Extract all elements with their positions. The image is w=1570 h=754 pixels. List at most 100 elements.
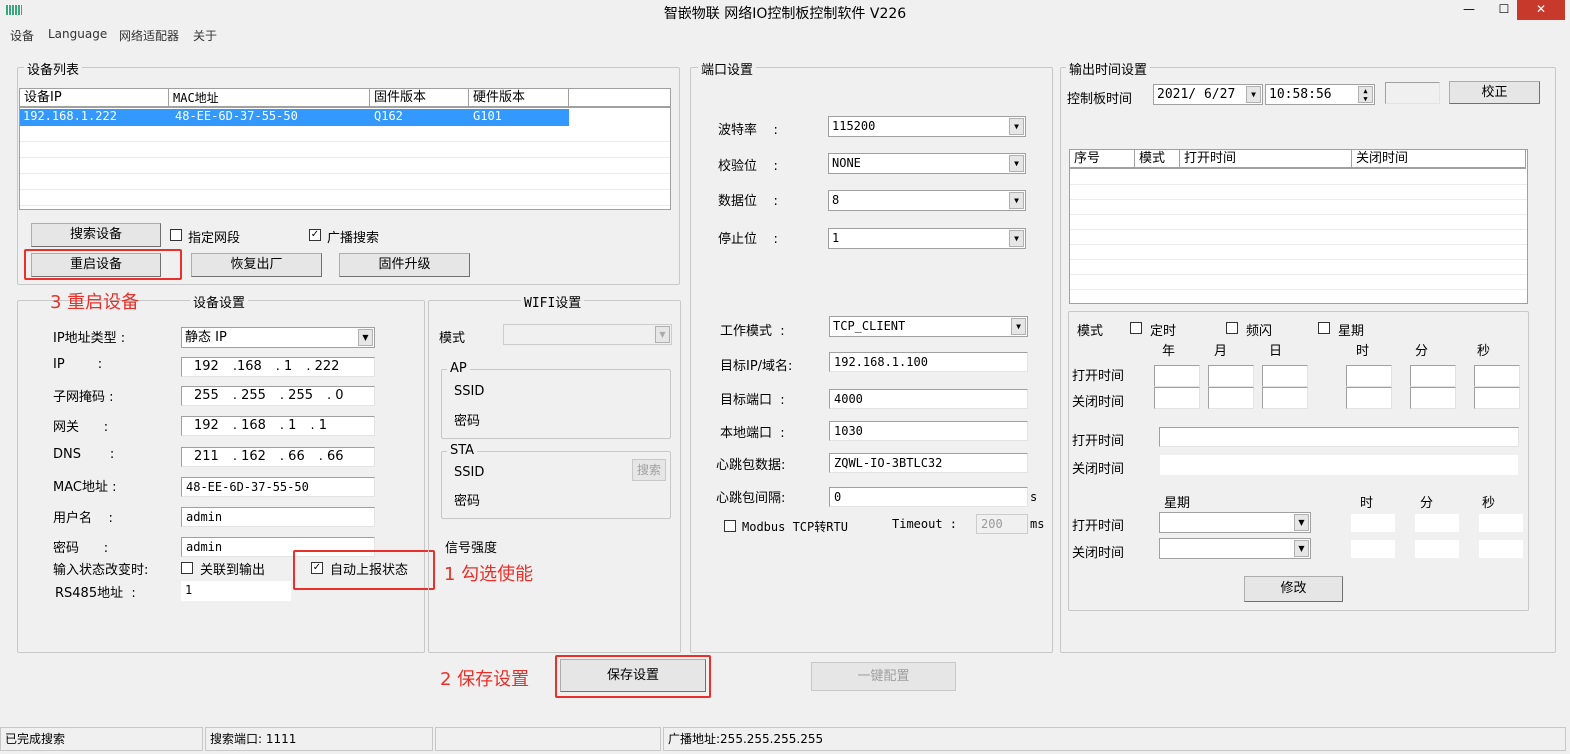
open-time-field[interactable] [1474,365,1520,387]
timer-mode-checkbox[interactable] [1130,322,1142,334]
mask-octet: . 255 [232,388,266,403]
username-label: 用户名 : [53,511,113,526]
close-time-field[interactable] [1346,387,1392,409]
search-device-button[interactable]: 搜索设备 [31,223,161,247]
databits-select[interactable]: 8 ▼ [828,190,1026,211]
factory-reset-button[interactable]: 恢复出厂 [191,253,322,277]
gateway-input[interactable]: 192 . 168 . 1 . 1 [181,416,375,436]
chevron-down-icon: ▼ [1011,318,1026,335]
broadcast-search-checkbox[interactable]: ✓ [309,229,321,241]
rs485-input[interactable]: 1 [181,581,291,601]
open-time-field[interactable] [1154,365,1200,387]
close-week-time-field[interactable] [1351,540,1395,558]
column-header[interactable]: 模式 [1135,150,1180,169]
local-port-input[interactable]: 1030 [829,421,1028,441]
time-picker[interactable]: 10:58:56 ▲ ▼ [1265,84,1375,105]
parity-select[interactable]: NONE ▼ [828,153,1026,174]
parity-label: 校验位 : [718,159,778,174]
menu-item-device[interactable]: 设备 [10,27,34,44]
window-title: 智嵌物联 网络IO控制板控制软件 V226 [663,6,907,22]
cell-hardware: G101 [469,109,569,126]
close-time-input[interactable] [1160,455,1518,475]
specify-segment-checkbox[interactable] [170,229,182,241]
menu-item-language[interactable]: Language [48,27,107,41]
close-week-time-field[interactable] [1415,540,1459,558]
firmware-upgrade-button[interactable]: 固件升级 [339,253,470,277]
calibrate-button[interactable]: 校正 [1449,81,1540,104]
column-header[interactable]: 关闭时间 [1352,150,1526,169]
column-header[interactable]: 硬件版本 [469,89,569,108]
flash-mode-label: 频闪 [1246,324,1273,339]
menu-item-adapter[interactable]: 网络适配器 [119,27,179,44]
target-port-input[interactable]: 4000 [829,389,1028,409]
menu-item-about[interactable]: 关于 [193,27,217,44]
link-output-checkbox[interactable] [181,562,193,574]
timeout-input[interactable]: 200 [976,514,1028,534]
dns-input[interactable]: 211 . 162 . 66 . 66 [181,447,375,467]
heartbeat-data-input[interactable]: ZQWL-IO-3BTLC32 [829,453,1028,473]
mode-label: 模式 [1077,324,1104,339]
mask-octet: . 255 [279,388,313,403]
chevron-down-icon: ▼ [1294,514,1309,531]
open-week-time-field[interactable] [1351,514,1395,532]
username-input[interactable]: admin [181,507,375,527]
week-label: 星期 [1164,496,1191,511]
ip-type-select[interactable]: 静态 IP ▼ [181,327,375,348]
open-time-field[interactable] [1410,365,1456,387]
close-week-select[interactable]: ▼ [1159,538,1311,559]
gw-octet: 192 [194,418,219,433]
date-value: 2021/ 6/27 [1157,87,1236,102]
close-time-field[interactable] [1410,387,1456,409]
mac-label: MAC地址 : [53,480,117,495]
open-week-time-field[interactable] [1415,514,1459,532]
open-time-field[interactable] [1262,365,1308,387]
open-time-field[interactable] [1208,365,1254,387]
minimize-button[interactable]: — [1455,0,1483,20]
column-header[interactable]: MAC地址 [169,89,370,108]
column-header[interactable]: 设备IP [20,89,169,108]
dns-label: DNS : [53,447,115,462]
group-title: 端口设置 [698,59,757,78]
minute-label: 分 [1415,344,1429,359]
one-key-config-button[interactable]: 一键配置 [811,662,956,691]
table-row[interactable]: 192.168.1.222 48-EE-6D-37-55-50 Q162 G10… [20,109,670,126]
ip-octet: 192 [194,359,219,374]
cell-firmware: Q162 [370,109,469,126]
maximize-button[interactable]: ☐ [1490,0,1518,20]
column-header[interactable]: 打开时间 [1180,150,1352,169]
link-output-label: 关联到输出 [200,563,266,578]
spinner-icon[interactable]: ▲ ▼ [1358,86,1373,103]
open-time-input[interactable] [1159,427,1519,447]
wifi-mode-label: 模式 [439,331,466,346]
sta-ssid-label: SSID [454,465,485,480]
close-time-field[interactable] [1154,387,1200,409]
week-mode-checkbox[interactable] [1318,322,1330,334]
column-header[interactable]: 序号 [1070,150,1135,169]
target-ip-input[interactable]: 192.168.1.100 [829,352,1028,372]
open-time-field[interactable] [1346,365,1392,387]
mac-input[interactable]: 48-EE-6D-37-55-50 [181,477,375,497]
flash-mode-checkbox[interactable] [1226,322,1238,334]
wifi-mode-select[interactable]: ▼ [503,324,672,345]
open-week-time-field[interactable] [1479,514,1523,532]
stopbits-select[interactable]: 1 ▼ [828,228,1026,249]
close-week-time-field[interactable] [1479,540,1523,558]
mask-input[interactable]: 255 . 255 . 255 . 0 [181,386,375,406]
ip-input[interactable]: 192 .168 . 1 . 222 [181,357,375,377]
work-mode-select[interactable]: TCP_CLIENT ▼ [829,316,1028,337]
modify-button[interactable]: 修改 [1244,576,1343,602]
close-button[interactable]: ✕ [1517,0,1565,20]
close-time-field[interactable] [1262,387,1308,409]
heartbeat-interval-input[interactable]: 0 [829,487,1028,507]
wifi-search-button[interactable]: 搜索 [632,459,666,481]
chevron-down-icon: ▼ [1009,155,1024,172]
calendar-dropdown-icon[interactable]: ▼ [1246,86,1261,103]
modbus-checkbox[interactable] [724,520,736,532]
close-time-field[interactable] [1208,387,1254,409]
baud-select[interactable]: 115200 ▼ [828,116,1026,137]
close-time-field[interactable] [1474,387,1520,409]
open-week-select[interactable]: ▼ [1159,512,1311,533]
status-search-port: 搜索端口: 1111 [205,727,433,751]
date-picker[interactable]: 2021/ 6/27 ▼ [1153,84,1263,105]
column-header[interactable]: 固件版本 [370,89,469,108]
